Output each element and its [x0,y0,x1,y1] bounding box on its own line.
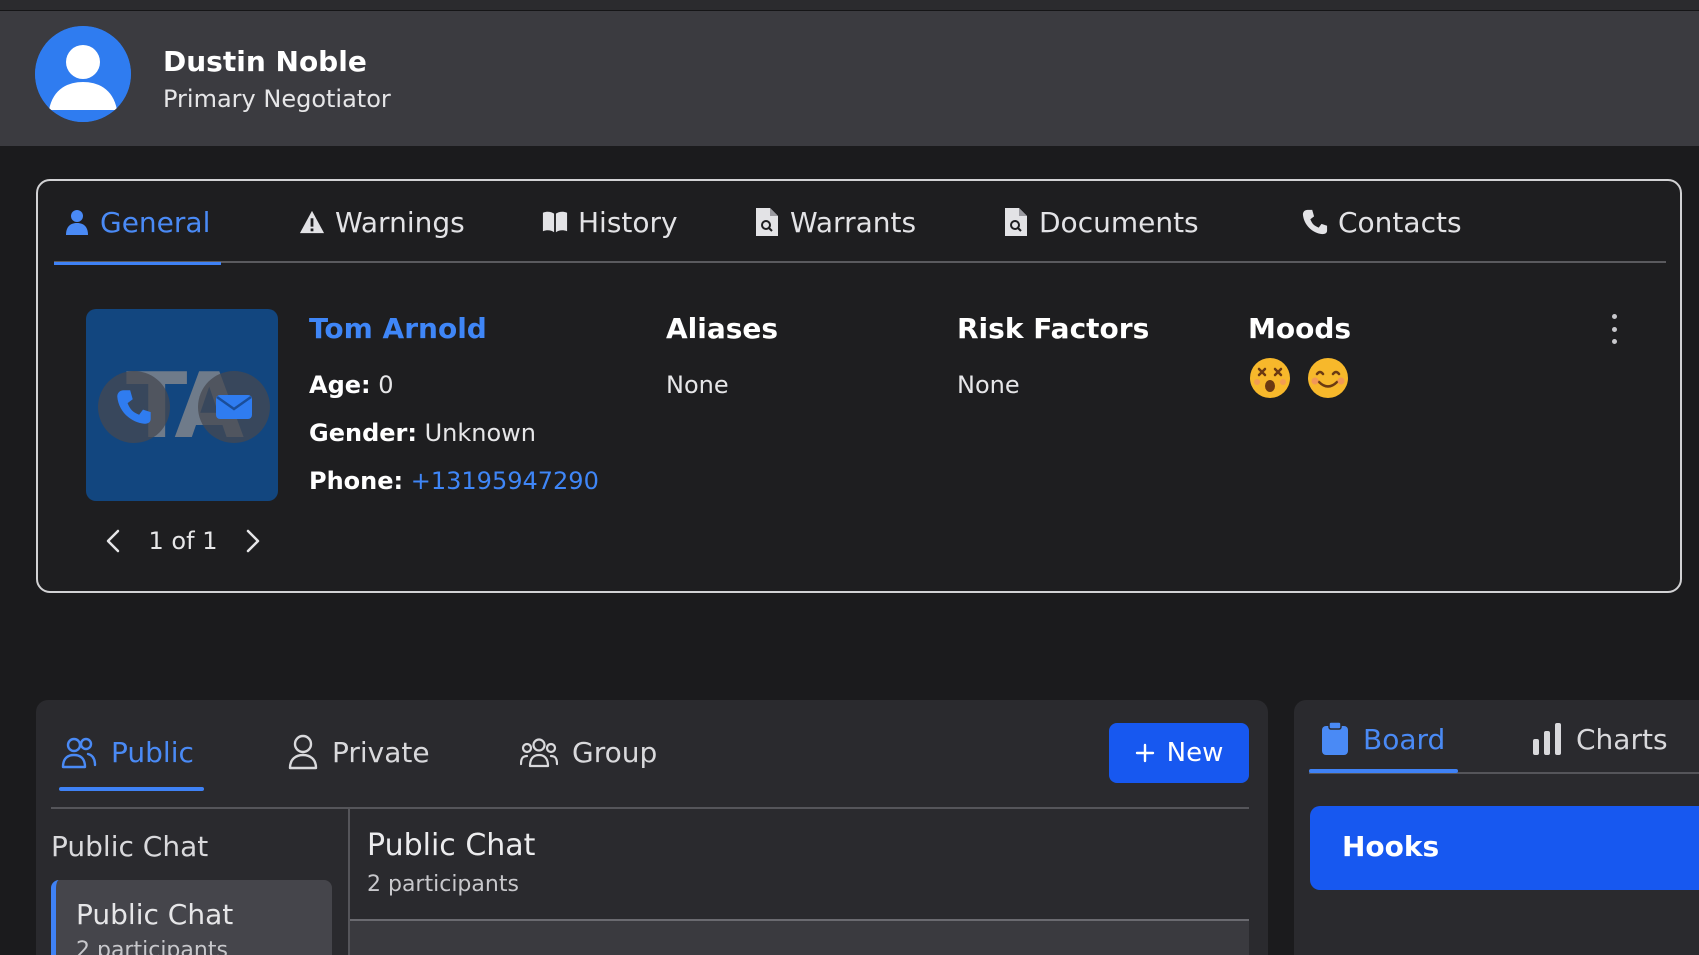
age-value: 0 [378,371,394,399]
moods-heading: Moods [1248,312,1352,345]
document-search-icon [754,208,780,236]
pager-next-button[interactable] [238,526,268,556]
chat-item-title: Public Chat [76,898,234,931]
gender-field: Gender: Unknown [309,419,536,447]
tab-public[interactable]: Public [59,718,204,791]
tab-documents[interactable]: Documents [1003,181,1199,263]
tab-label: Board [1363,722,1446,756]
tab-label: Warrants [790,205,917,239]
risk-factors-heading: Risk Factors [957,312,1150,345]
tab-warrants[interactable]: Warrants [754,181,916,263]
risk-factors-value: None [957,371,1020,399]
tab-label: Charts [1576,722,1668,756]
active-tab-indicator [1309,769,1458,773]
photo-pager: 1 of 1 [98,523,268,559]
document-search-icon [1003,208,1029,236]
kebab-dot [1611,326,1617,332]
user-avatar-icon [35,26,131,122]
hooks-label: Hooks [1342,830,1440,863]
user-role: Primary Negotiator [163,85,391,113]
tab-label: Documents [1039,205,1199,239]
subject-tabs: General Warnings History Warrants Docume… [54,181,1666,265]
aliases-heading: Aliases [666,312,779,345]
tab-contacts[interactable]: Contacts [1302,181,1462,263]
tab-history[interactable]: History [542,181,678,263]
bar-chart-icon [1533,723,1561,755]
subject-photo[interactable]: TA [86,309,278,501]
users-icon [61,737,97,769]
phone-link[interactable]: +13195947290 [411,467,599,495]
tab-label: General [100,205,211,239]
aliases-value: None [666,371,729,399]
smiling-face-emoji [1308,358,1348,398]
gender-label: Gender: [309,419,417,447]
tab-label: Public [111,735,194,769]
conversation-title: Public Chat [367,828,536,863]
more-options-button[interactable] [1604,314,1624,344]
gender-value: Unknown [424,419,537,447]
conversation-subtitle: 2 participants [367,872,519,897]
subject-card: General Warnings History Warrants Docume… [36,179,1682,593]
chat-list-title: Public Chat [51,830,209,863]
tab-label: Group [572,735,658,769]
pager-prev-button[interactable] [98,526,128,556]
chevron-right-icon [246,529,260,553]
chevron-left-icon [106,529,120,553]
new-button-label: New [1166,738,1224,768]
tab-private[interactable]: Private [288,718,430,786]
envelope-icon [216,395,252,419]
email-button[interactable] [198,371,270,443]
plus-icon [1135,743,1154,763]
age-label: Age: [309,371,371,399]
phone-field: Phone: +13195947290 [309,467,599,495]
phone-icon [117,390,151,424]
tab-label: Contacts [1338,205,1462,239]
chat-panel: Public Private Group New Public Chat Pub… [36,700,1268,955]
chat-list-item[interactable]: Public Chat 2 participants [51,880,332,955]
tab-group[interactable]: Group [520,718,657,786]
clipboard-icon [1322,722,1348,755]
book-icon [542,208,568,236]
warning-icon [299,208,325,236]
dizzy-face-emoji [1250,358,1290,398]
group-icon [520,738,558,768]
tab-warnings[interactable]: Warnings [299,181,465,263]
message-area[interactable] [350,921,1249,955]
user-name: Dustin Noble [163,45,367,78]
tab-label: History [578,205,678,239]
kebab-dot [1611,314,1617,319]
board-panel: Board Charts Hooks [1294,700,1699,955]
tab-charts[interactable]: Charts [1532,710,1668,768]
subject-name[interactable]: Tom Arnold [309,312,487,345]
phone-label: Phone: [309,467,404,495]
avatar[interactable] [35,26,131,122]
divider [51,807,1249,809]
hooks-board-item[interactable]: Hooks [1310,806,1699,890]
call-button[interactable] [98,371,170,443]
tab-board[interactable]: Board [1321,710,1445,768]
tab-label: Private [332,735,430,769]
user-outline-icon [288,734,318,770]
phone-icon [1302,208,1328,236]
tab-general[interactable]: General [54,181,221,265]
chat-item-subtitle: 2 participants [76,938,228,955]
age-field: Age: 0 [309,371,394,399]
user-header: Dustin Noble Primary Negotiator [0,11,1699,146]
tab-label: Warnings [335,205,465,239]
user-icon [64,208,90,236]
new-chat-button[interactable]: New [1109,723,1249,783]
kebab-dot [1611,339,1617,344]
window-top-border [0,0,1699,11]
pager-label: 1 of 1 [148,527,218,555]
